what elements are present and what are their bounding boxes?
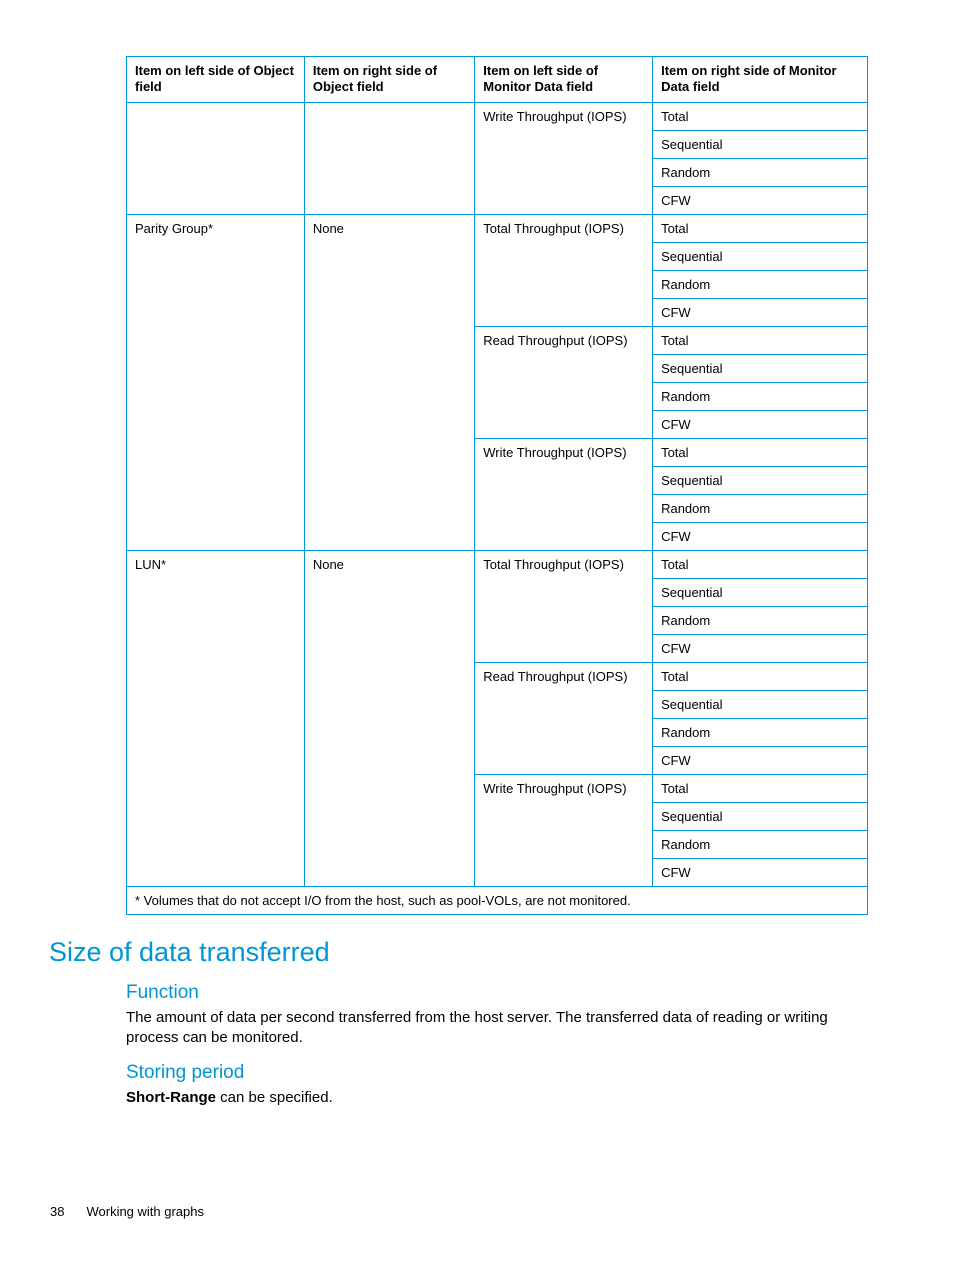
page-footer: 38 Working with graphs xyxy=(50,1204,204,1219)
cell: Random xyxy=(653,382,868,410)
cell: Total xyxy=(653,774,868,802)
cell: Sequential xyxy=(653,690,868,718)
cell: CFW xyxy=(653,410,868,438)
table-header-row: Item on left side of Object field Item o… xyxy=(127,57,868,103)
cell: CFW xyxy=(653,858,868,886)
cell: CFW xyxy=(653,186,868,214)
cell: Sequential xyxy=(653,242,868,270)
cell: Random xyxy=(653,830,868,858)
throughput-table: Item on left side of Object field Item o… xyxy=(126,56,868,915)
storing-rest: can be specified. xyxy=(216,1089,333,1106)
function-heading: Function xyxy=(126,982,868,1004)
cell: Write Throughput (IOPS) xyxy=(475,102,653,214)
cell: Total xyxy=(653,550,868,578)
cell: CFW xyxy=(653,746,868,774)
cell: Total xyxy=(653,102,868,130)
cell: CFW xyxy=(653,634,868,662)
cell: Sequential xyxy=(653,578,868,606)
cell: Sequential xyxy=(653,466,868,494)
cell xyxy=(127,102,305,214)
cell: Random xyxy=(653,606,868,634)
col-header: Item on left side of Object field xyxy=(127,57,305,103)
cell xyxy=(304,102,474,214)
cell: Total xyxy=(653,214,868,242)
cell: Parity Group* xyxy=(127,214,305,550)
table-footnote-row: * Volumes that do not accept I/O from th… xyxy=(127,886,868,914)
table-row: Write Throughput (IOPS) Total xyxy=(127,102,868,130)
function-body: The amount of data per second transferre… xyxy=(126,1008,868,1049)
cell: Sequential xyxy=(653,354,868,382)
cell: None xyxy=(304,550,474,886)
page-content: Item on left side of Object field Item o… xyxy=(0,0,954,1108)
page-number: 38 xyxy=(50,1204,64,1219)
storing-period-body: Short-Range can be specified. xyxy=(126,1088,868,1108)
cell: Total xyxy=(653,438,868,466)
cell: CFW xyxy=(653,522,868,550)
cell: LUN* xyxy=(127,550,305,886)
cell: Sequential xyxy=(653,802,868,830)
col-header: Item on right side of Monitor Data field xyxy=(653,57,868,103)
short-range-label: Short-Range xyxy=(126,1089,216,1106)
cell: Random xyxy=(653,718,868,746)
cell: Total Throughput (IOPS) xyxy=(475,550,653,662)
cell: None xyxy=(304,214,474,550)
cell: Read Throughput (IOPS) xyxy=(475,326,653,438)
cell: Write Throughput (IOPS) xyxy=(475,438,653,550)
section-title: Size of data transferred xyxy=(49,937,868,968)
cell: Total Throughput (IOPS) xyxy=(475,214,653,326)
table-footnote: * Volumes that do not accept I/O from th… xyxy=(127,886,868,914)
chapter-title: Working with graphs xyxy=(86,1204,204,1219)
col-header: Item on left side of Monitor Data field xyxy=(475,57,653,103)
cell: Random xyxy=(653,270,868,298)
table-row: Parity Group* None Total Throughput (IOP… xyxy=(127,214,868,242)
cell: Read Throughput (IOPS) xyxy=(475,662,653,774)
cell: Total xyxy=(653,662,868,690)
col-header: Item on right side of Object field xyxy=(304,57,474,103)
cell: Random xyxy=(653,494,868,522)
cell: Write Throughput (IOPS) xyxy=(475,774,653,886)
table-row: LUN* None Total Throughput (IOPS) Total xyxy=(127,550,868,578)
cell: CFW xyxy=(653,298,868,326)
storing-period-heading: Storing period xyxy=(126,1062,868,1084)
cell: Sequential xyxy=(653,130,868,158)
cell: Random xyxy=(653,158,868,186)
cell: Total xyxy=(653,326,868,354)
